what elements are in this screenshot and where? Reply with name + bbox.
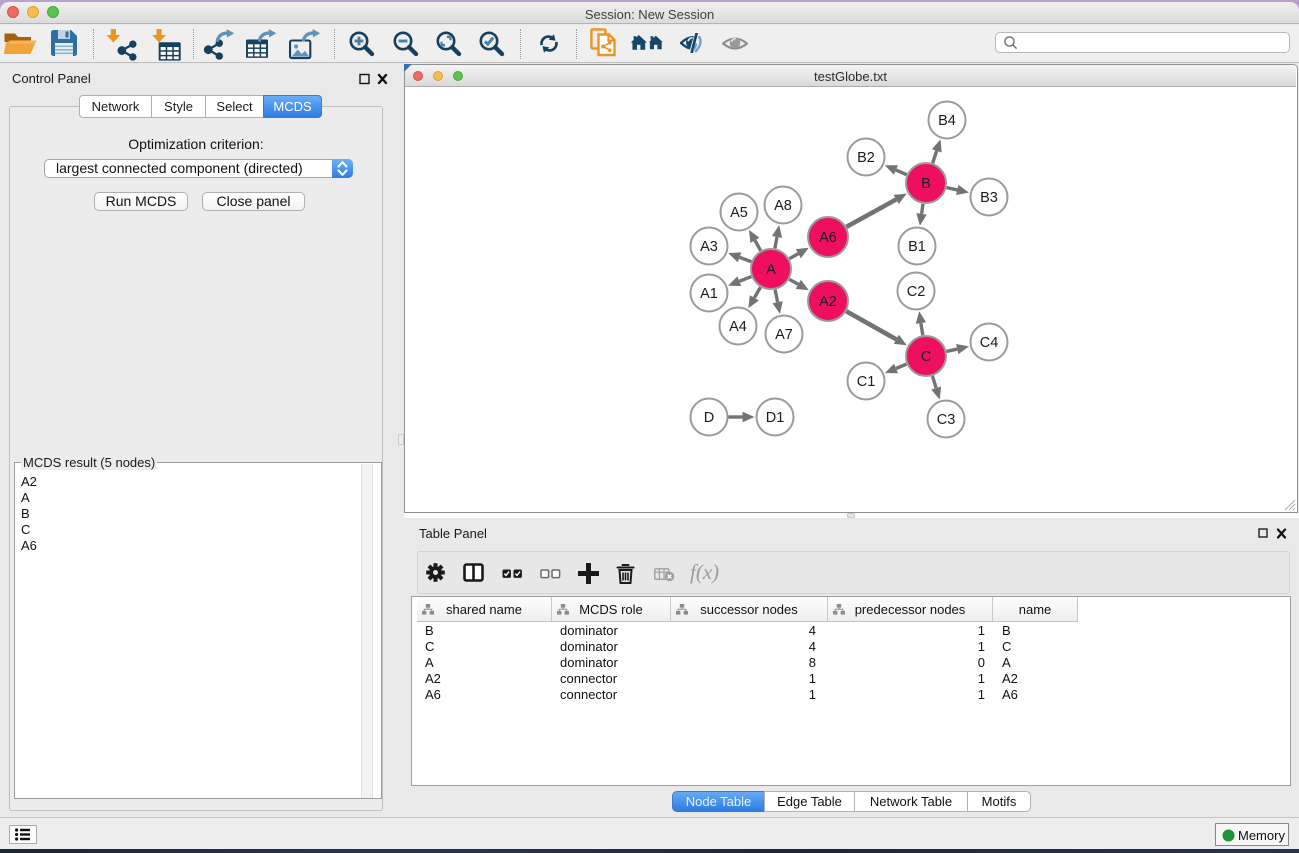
svg-text:A6: A6 bbox=[819, 230, 837, 246]
svg-text:A: A bbox=[766, 262, 776, 278]
svg-text:C1: C1 bbox=[857, 374, 876, 390]
svg-text:C: C bbox=[921, 349, 931, 365]
svg-text:D: D bbox=[704, 410, 714, 426]
svg-text:A8: A8 bbox=[774, 198, 792, 214]
svg-text:B3: B3 bbox=[980, 190, 998, 206]
svg-text:A7: A7 bbox=[775, 327, 793, 343]
svg-text:A2: A2 bbox=[819, 294, 837, 310]
svg-text:C4: C4 bbox=[980, 335, 999, 351]
svg-text:B2: B2 bbox=[857, 150, 875, 166]
svg-text:A4: A4 bbox=[729, 319, 747, 335]
svg-text:C2: C2 bbox=[907, 284, 926, 300]
svg-text:A1: A1 bbox=[700, 286, 718, 302]
svg-text:A5: A5 bbox=[730, 205, 748, 221]
svg-text:D1: D1 bbox=[766, 410, 785, 426]
svg-text:A3: A3 bbox=[700, 239, 718, 255]
svg-text:B4: B4 bbox=[938, 113, 956, 129]
svg-text:B1: B1 bbox=[908, 239, 926, 255]
svg-text:B: B bbox=[921, 176, 931, 192]
svg-text:C3: C3 bbox=[937, 412, 956, 428]
